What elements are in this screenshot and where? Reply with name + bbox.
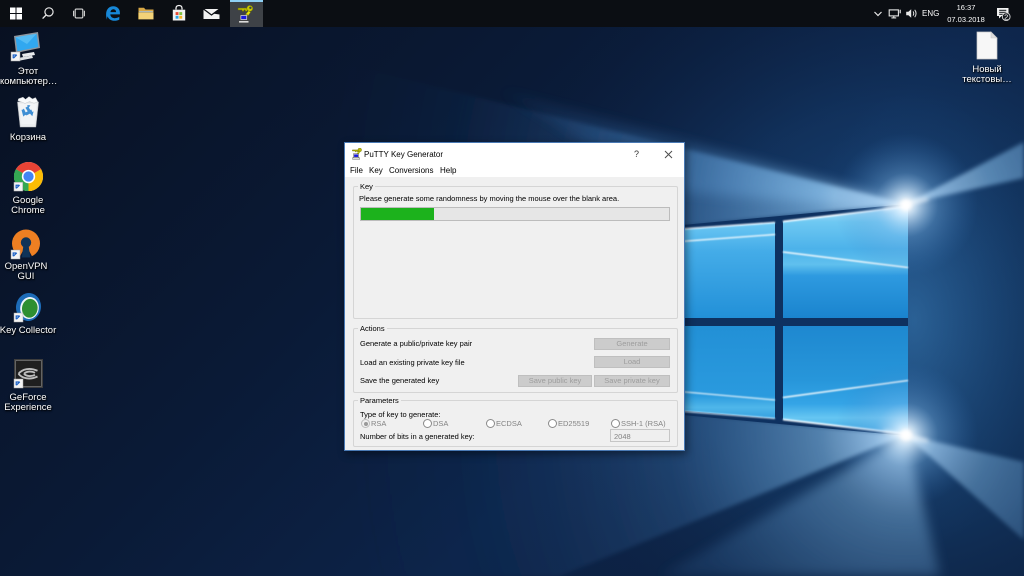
svg-text:2: 2 <box>1004 12 1008 21</box>
